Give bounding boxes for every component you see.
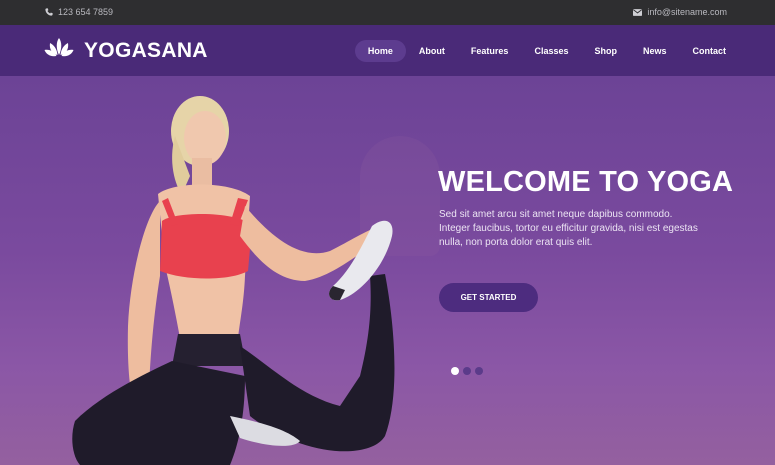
hero-headline: WELCOME TO YOGA (438, 166, 734, 198)
brand-name: YOGASANA (84, 38, 208, 62)
phone-icon (45, 8, 53, 16)
envelope-icon (633, 8, 643, 16)
main-navbar: YOGASANA Home About Features Classes Sho… (0, 25, 775, 76)
hero-description: Sed sit amet arcu sit amet neque dapibus… (439, 209, 698, 248)
nav-item-shop[interactable]: Shop (581, 40, 630, 62)
nav-item-about[interactable]: About (406, 40, 458, 62)
nav-item-features[interactable]: Features (458, 40, 522, 62)
lotus-icon (44, 37, 74, 64)
email-address: info@sitename.com (647, 7, 727, 17)
phone-contact[interactable]: 123 654 7859 (45, 7, 113, 17)
slider-dot-3[interactable] (475, 367, 483, 375)
yoga-woman-image (72, 96, 395, 465)
top-bar: 123 654 7859 info@sitename.com (0, 0, 775, 25)
email-contact[interactable]: info@sitename.com (633, 7, 727, 17)
get-started-button[interactable]: GET STARTED (439, 283, 538, 312)
slider-pagination (451, 367, 483, 375)
primary-nav: Home About Features Classes Shop News Co… (354, 40, 740, 62)
nav-item-classes[interactable]: Classes (521, 40, 581, 62)
nav-item-home[interactable]: Home (354, 40, 406, 62)
hero-slider: WELCOME TO YOGA Sed sit amet arcu sit am… (0, 76, 775, 465)
slider-dot-2[interactable] (463, 367, 471, 375)
slider-dot-1[interactable] (451, 367, 459, 375)
nav-item-contact[interactable]: Contact (680, 40, 740, 62)
phone-number: 123 654 7859 (58, 7, 114, 17)
site-logo[interactable]: YOGASANA (44, 37, 208, 64)
nav-item-news[interactable]: News (630, 40, 680, 62)
